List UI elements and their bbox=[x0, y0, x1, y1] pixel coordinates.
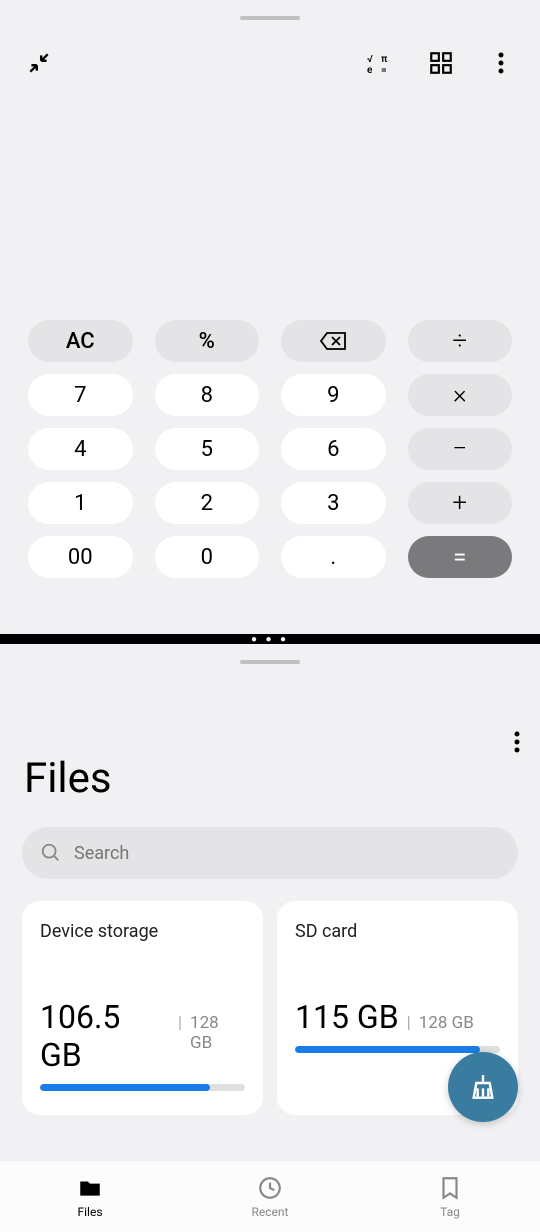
grid-icon[interactable] bbox=[426, 48, 456, 78]
percent-key[interactable]: % bbox=[155, 320, 260, 362]
folder-icon bbox=[77, 1175, 103, 1201]
svg-text:π: π bbox=[381, 54, 388, 65]
storage-usage: 115 GB | 128 GB bbox=[295, 998, 500, 1036]
search-icon bbox=[40, 842, 62, 864]
divide-key[interactable]: ÷ bbox=[408, 320, 513, 362]
decimal-key[interactable]: . bbox=[281, 536, 386, 578]
calculator-display bbox=[0, 78, 540, 308]
divider-dots-icon: ● ● ● bbox=[251, 634, 289, 645]
scientific-mode-icon[interactable]: √ π e = bbox=[366, 48, 396, 78]
nav-label: Recent bbox=[252, 1205, 289, 1219]
bottom-nav: Files Recent Tag bbox=[0, 1160, 540, 1232]
storage-total: 128 GB bbox=[419, 1013, 474, 1033]
split-divider[interactable]: ● ● ● bbox=[0, 634, 540, 644]
two-key[interactable]: 2 bbox=[155, 482, 260, 524]
six-key[interactable]: 6 bbox=[281, 428, 386, 470]
broom-icon bbox=[467, 1071, 499, 1103]
progress-fill bbox=[40, 1084, 210, 1091]
progress-fill bbox=[295, 1046, 480, 1053]
nav-recent[interactable]: Recent bbox=[180, 1161, 360, 1232]
nav-files[interactable]: Files bbox=[0, 1161, 180, 1232]
nav-tag[interactable]: Tag bbox=[360, 1161, 540, 1232]
more-options-icon[interactable] bbox=[486, 48, 516, 78]
storage-progress bbox=[295, 1046, 500, 1053]
equals-key[interactable]: = bbox=[408, 536, 513, 578]
doublezero-key[interactable]: 00 bbox=[28, 536, 133, 578]
backspace-key[interactable] bbox=[281, 320, 386, 362]
one-key[interactable]: 1 bbox=[28, 482, 133, 524]
svg-text:=: = bbox=[381, 65, 387, 74]
nav-label: Tag bbox=[440, 1205, 460, 1219]
ac-key[interactable]: AC bbox=[28, 320, 133, 362]
bookmark-icon bbox=[437, 1175, 463, 1201]
storage-used: 106.5 GB bbox=[40, 998, 170, 1074]
nav-label: Files bbox=[77, 1205, 102, 1219]
five-key[interactable]: 5 bbox=[155, 428, 260, 470]
multiply-key[interactable]: × bbox=[408, 374, 513, 416]
seven-key[interactable]: 7 bbox=[28, 374, 133, 416]
eight-key[interactable]: 8 bbox=[155, 374, 260, 416]
calculator-toolbar: √ π e = bbox=[0, 20, 540, 78]
more-options-icon[interactable] bbox=[514, 730, 520, 758]
calculator-app: √ π e = bbox=[0, 16, 540, 634]
storage-label: SD card bbox=[295, 921, 500, 942]
storage-total: 128 GB bbox=[190, 1013, 245, 1053]
search-bar[interactable] bbox=[22, 827, 518, 879]
nine-key[interactable]: 9 bbox=[281, 374, 386, 416]
page-title: Files bbox=[0, 664, 540, 823]
zero-key[interactable]: 0 bbox=[155, 536, 260, 578]
four-key[interactable]: 4 bbox=[28, 428, 133, 470]
svg-text:e: e bbox=[367, 65, 373, 74]
storage-divider: | bbox=[407, 1013, 411, 1033]
collapse-icon[interactable] bbox=[24, 48, 54, 78]
storage-divider: | bbox=[178, 1013, 182, 1033]
clock-icon bbox=[257, 1175, 283, 1201]
storage-usage: 106.5 GB | 128 GB bbox=[40, 998, 245, 1074]
search-input[interactable] bbox=[74, 843, 500, 864]
three-key[interactable]: 3 bbox=[281, 482, 386, 524]
storage-progress bbox=[40, 1084, 245, 1091]
storage-used: 115 GB bbox=[295, 998, 399, 1036]
files-app: Files Device storage 106.5 GB | 128 GB S… bbox=[0, 660, 540, 1232]
clean-fab[interactable] bbox=[448, 1052, 518, 1122]
calculator-keypad: AC % ÷ 7 8 9 × 4 5 6 − 1 2 3 + 00 0 . = bbox=[0, 308, 540, 596]
device-storage-card[interactable]: Device storage 106.5 GB | 128 GB bbox=[22, 901, 263, 1115]
svg-text:√: √ bbox=[367, 54, 373, 65]
plus-key[interactable]: + bbox=[408, 482, 513, 524]
storage-label: Device storage bbox=[40, 921, 245, 942]
minus-key[interactable]: − bbox=[408, 428, 513, 470]
